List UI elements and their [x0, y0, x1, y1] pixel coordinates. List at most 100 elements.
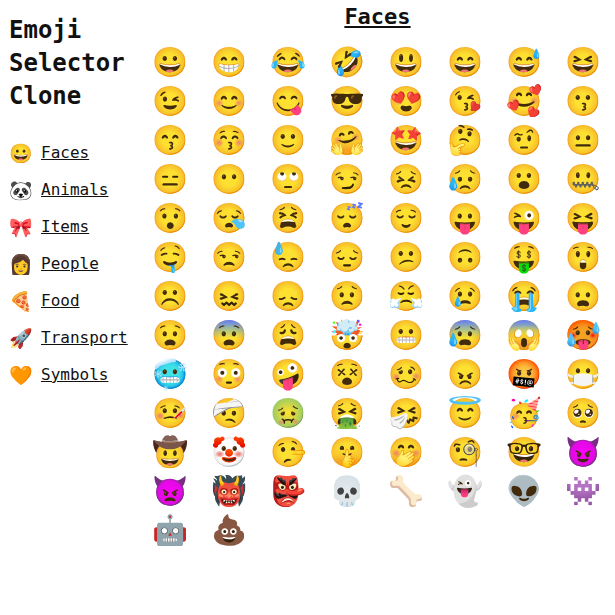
emoji-button[interactable]: 😄	[435, 42, 494, 81]
emoji-button[interactable]: 😍	[376, 81, 435, 120]
emoji-button[interactable]: 🥵	[553, 315, 612, 354]
emoji-button[interactable]: 🥴	[376, 354, 435, 393]
emoji-button[interactable]: 😘	[435, 81, 494, 120]
emoji-button[interactable]: 😐	[553, 120, 612, 159]
emoji-button[interactable]: 😭	[494, 276, 553, 315]
emoji-button[interactable]: 😨	[199, 315, 258, 354]
emoji-button[interactable]: 😧	[140, 315, 199, 354]
emoji-button[interactable]: 🤬	[494, 354, 553, 393]
emoji-button[interactable]: 🥺	[553, 393, 612, 432]
emoji-button[interactable]: 😚	[199, 120, 258, 159]
emoji-button[interactable]: 💩	[199, 510, 258, 549]
emoji-button[interactable]: 🤣	[317, 42, 376, 81]
emoji-button[interactable]: 😗	[553, 81, 612, 120]
emoji-button[interactable]: 🥶	[140, 354, 199, 393]
emoji-button[interactable]: 🤮	[317, 393, 376, 432]
emoji-button[interactable]: 😲	[553, 237, 612, 276]
emoji-button[interactable]: 🥳	[494, 393, 553, 432]
emoji-button[interactable]: 😴	[317, 198, 376, 237]
emoji-button[interactable]: 😟	[317, 276, 376, 315]
emoji-button[interactable]: 🤨	[494, 120, 553, 159]
emoji-button[interactable]: 😜	[494, 198, 553, 237]
emoji-button[interactable]: 🧐	[435, 432, 494, 471]
emoji-button[interactable]: 👹	[199, 471, 258, 510]
emoji-button[interactable]: 👾	[553, 471, 612, 510]
emoji-button[interactable]: 😩	[258, 315, 317, 354]
emoji-button[interactable]: 👿	[140, 471, 199, 510]
emoji-button[interactable]: 🤡	[199, 432, 258, 471]
emoji-button[interactable]: 🤐	[553, 159, 612, 198]
emoji-button[interactable]: 🤕	[199, 393, 258, 432]
emoji-button[interactable]: 😉	[140, 81, 199, 120]
emoji-button[interactable]: 👻	[435, 471, 494, 510]
emoji-button[interactable]: 😋	[258, 81, 317, 120]
emoji-button[interactable]: 🤧	[376, 393, 435, 432]
emoji-button[interactable]: 🤒	[140, 393, 199, 432]
emoji-button[interactable]: 😁	[199, 42, 258, 81]
emoji-button[interactable]: 💀	[317, 471, 376, 510]
emoji-button[interactable]: 👽	[494, 471, 553, 510]
category-item[interactable]: 😀Faces	[9, 141, 140, 165]
emoji-button[interactable]: 🤓	[494, 432, 553, 471]
emoji-button[interactable]: 🤠	[140, 432, 199, 471]
emoji-button[interactable]: 😯	[140, 198, 199, 237]
emoji-button[interactable]: 😠	[435, 354, 494, 393]
emoji-button[interactable]: 🤑	[494, 237, 553, 276]
emoji-button[interactable]: 🙃	[435, 237, 494, 276]
emoji-button[interactable]: 🤔	[435, 120, 494, 159]
emoji-button[interactable]: 😅	[494, 42, 553, 81]
emoji-button[interactable]: 😆	[553, 42, 612, 81]
emoji-button[interactable]: 😔	[317, 237, 376, 276]
emoji-button[interactable]: 😞	[258, 276, 317, 315]
emoji-button[interactable]: 🤩	[376, 120, 435, 159]
emoji-button[interactable]: 😦	[553, 276, 612, 315]
emoji-button[interactable]: 😇	[435, 393, 494, 432]
emoji-button[interactable]: 😊	[199, 81, 258, 120]
emoji-button[interactable]: 🙄	[258, 159, 317, 198]
emoji-button[interactable]: 😒	[199, 237, 258, 276]
emoji-button[interactable]: 🤭	[376, 432, 435, 471]
emoji-button[interactable]: 😂	[258, 42, 317, 81]
category-item[interactable]: 🎀Items	[9, 215, 140, 239]
emoji-button[interactable]: 👺	[258, 471, 317, 510]
emoji-button[interactable]: 😏	[317, 159, 376, 198]
emoji-button[interactable]: 😓	[258, 237, 317, 276]
emoji-button[interactable]: 😶	[199, 159, 258, 198]
emoji-button[interactable]: 😬	[376, 315, 435, 354]
emoji-button[interactable]: 🤢	[258, 393, 317, 432]
emoji-button[interactable]: 😖	[199, 276, 258, 315]
emoji-button[interactable]: 🤯	[317, 315, 376, 354]
category-item[interactable]: 🧡Symbols	[9, 363, 140, 387]
emoji-button[interactable]: 😳	[199, 354, 258, 393]
emoji-button[interactable]: 😱	[494, 315, 553, 354]
emoji-button[interactable]: 😙	[140, 120, 199, 159]
emoji-button[interactable]: 😌	[376, 198, 435, 237]
emoji-button[interactable]: 🤖	[140, 510, 199, 549]
category-item[interactable]: 👩People	[9, 252, 140, 276]
emoji-button[interactable]: 😀	[140, 42, 199, 81]
emoji-button[interactable]: 😣	[376, 159, 435, 198]
category-item[interactable]: 🍕Food	[9, 289, 140, 313]
emoji-button[interactable]: 🤗	[317, 120, 376, 159]
emoji-button[interactable]: 😎	[317, 81, 376, 120]
emoji-button[interactable]: 🤥	[258, 432, 317, 471]
emoji-button[interactable]: ☹️	[140, 276, 199, 315]
emoji-button[interactable]: 😕	[376, 237, 435, 276]
emoji-button[interactable]: 🥰	[494, 81, 553, 120]
emoji-button[interactable]: 🙂	[258, 120, 317, 159]
emoji-button[interactable]: 😪	[199, 198, 258, 237]
emoji-button[interactable]: 😵	[317, 354, 376, 393]
emoji-button[interactable]: 😑	[140, 159, 199, 198]
emoji-button[interactable]: 😮	[494, 159, 553, 198]
emoji-button[interactable]: 😤	[376, 276, 435, 315]
emoji-button[interactable]: 😝	[553, 198, 612, 237]
emoji-button[interactable]: 😥	[435, 159, 494, 198]
emoji-button[interactable]: 😛	[435, 198, 494, 237]
emoji-button[interactable]: 😈	[553, 432, 612, 471]
emoji-button[interactable]: 😃	[376, 42, 435, 81]
emoji-button[interactable]: 😢	[435, 276, 494, 315]
emoji-button[interactable]: 🤪	[258, 354, 317, 393]
emoji-button[interactable]: 🤤	[140, 237, 199, 276]
emoji-button[interactable]: 😫	[258, 198, 317, 237]
emoji-button[interactable]: 😰	[435, 315, 494, 354]
